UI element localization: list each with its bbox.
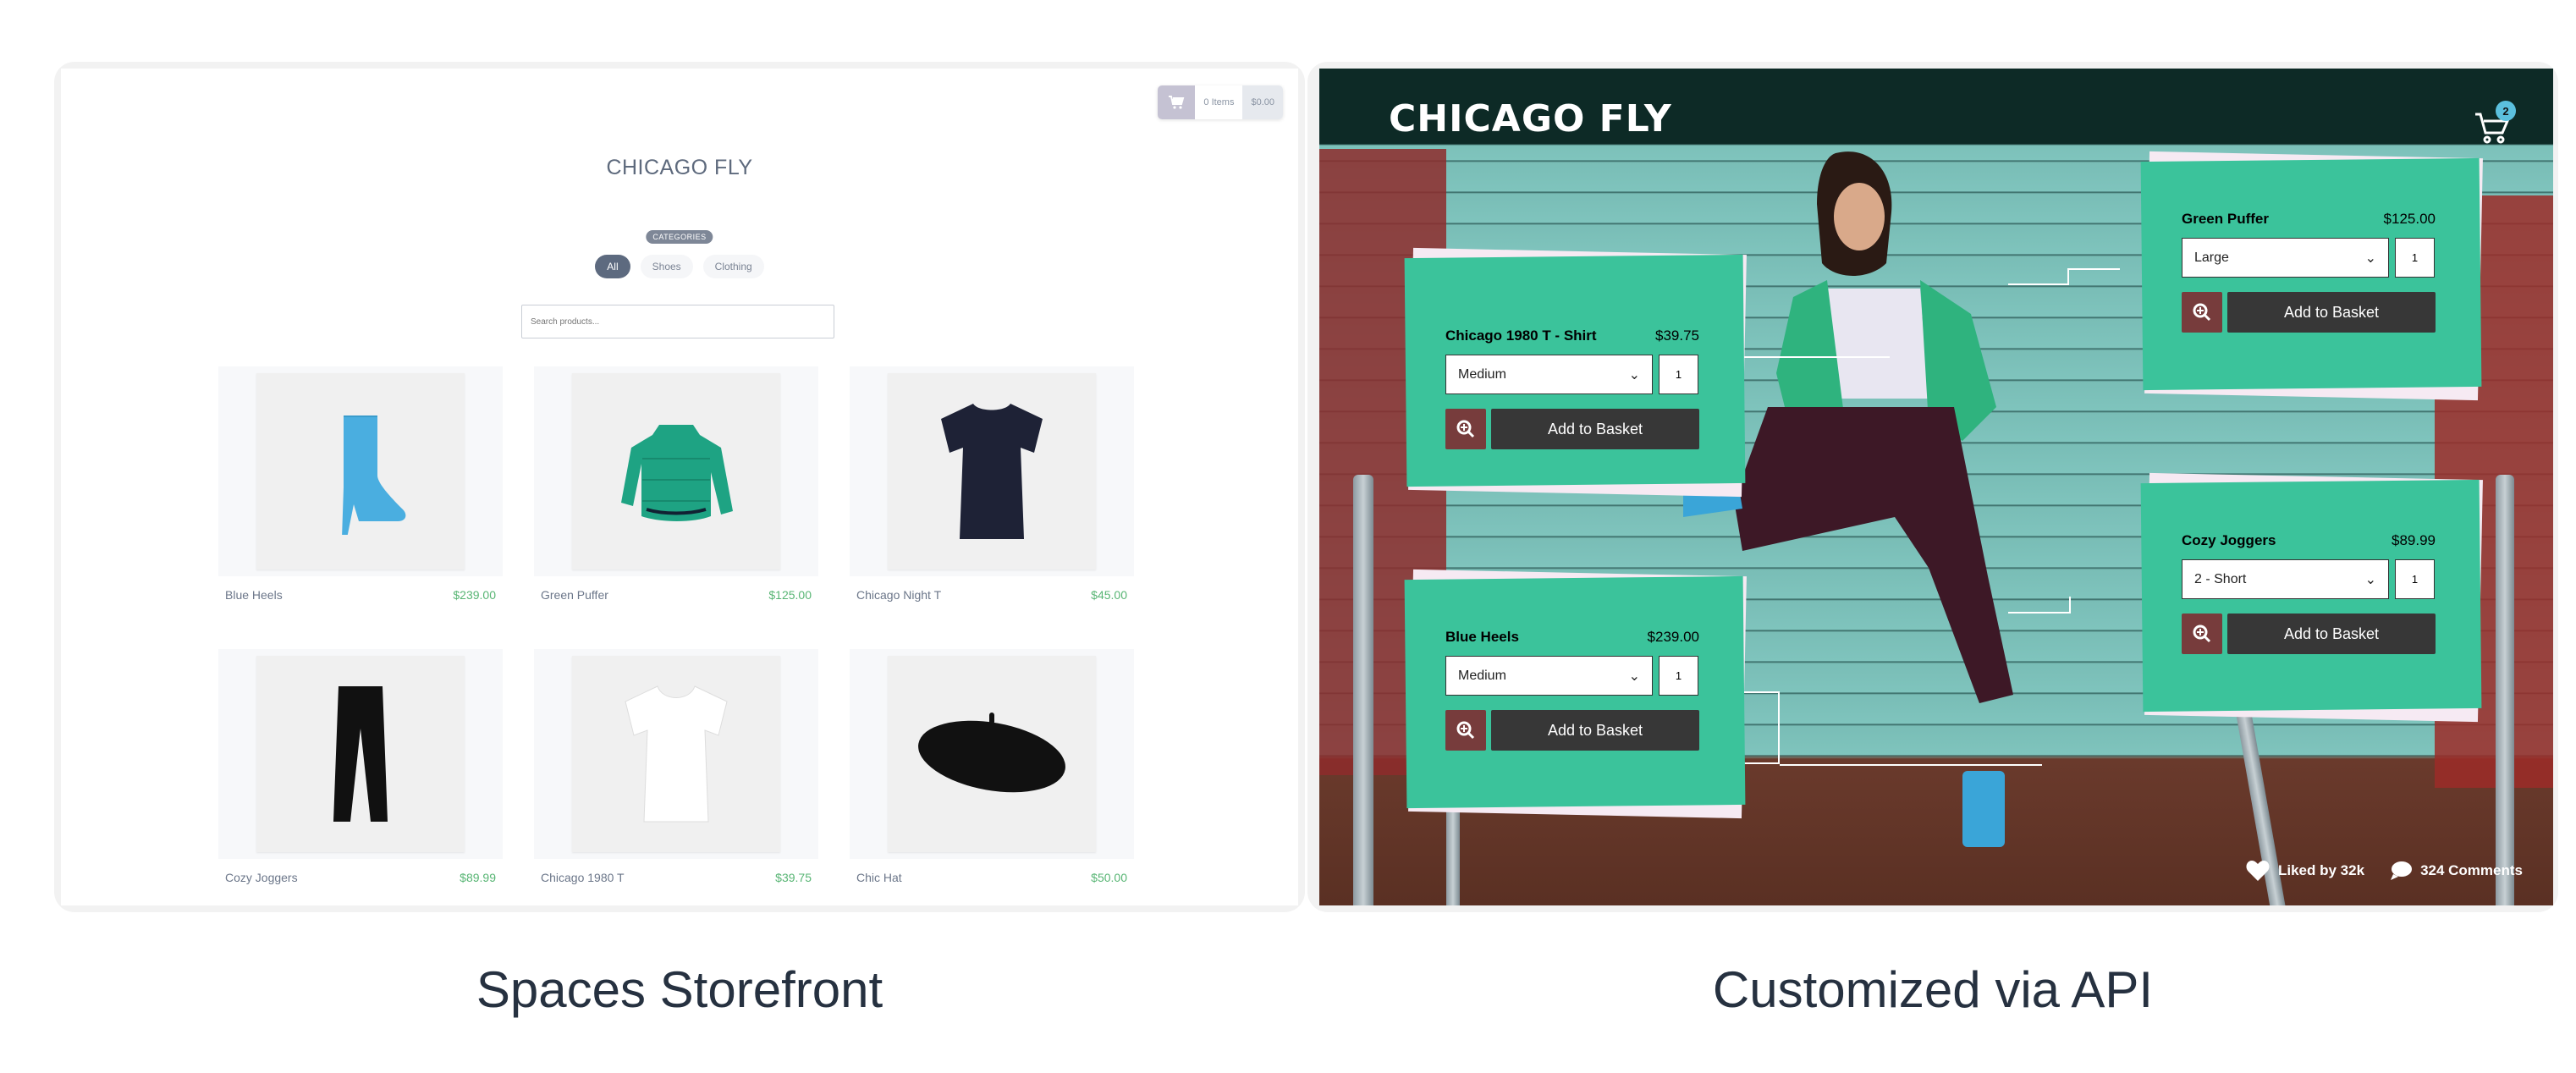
size-select[interactable]: 2 - Short ⌄ — [2182, 559, 2389, 599]
product-card[interactable]: Chicago Night T $45.00 — [850, 366, 1134, 602]
product-price: $50.00 — [1091, 871, 1127, 884]
zoom-in-icon — [1456, 721, 1475, 740]
product-image-white-tshirt — [572, 656, 780, 852]
size-select-value: Medium — [1458, 366, 1506, 382]
size-select[interactable]: Medium ⌄ — [1445, 656, 1653, 696]
custom-frame: CHICAGO FLY 2 Chicago 1980 T - Shirt $39.… — [1307, 62, 2558, 912]
product-name: Green Puffer — [2182, 211, 2269, 227]
product-card[interactable]: Chicago 1980 T $39.75 — [534, 649, 818, 884]
connector-line — [2008, 597, 2071, 614]
likes[interactable]: Liked by 32k — [2246, 860, 2364, 882]
search-input[interactable] — [521, 305, 834, 338]
product-card[interactable]: Chic Hat $50.00 — [850, 649, 1134, 884]
product-price: $45.00 — [1091, 588, 1127, 602]
size-select-value: Medium — [1458, 668, 1506, 683]
add-to-basket-button[interactable]: Add to Basket — [1491, 409, 1699, 449]
add-to-basket-button[interactable]: Add to Basket — [2227, 614, 2436, 654]
product-name: Chicago Night T — [856, 588, 942, 602]
zoom-in-icon — [1456, 420, 1475, 438]
size-select[interactable]: Large ⌄ — [2182, 238, 2389, 278]
product-card-cozy-joggers: Cozy Joggers $89.99 2 - Short ⌄ 1 Add to B… — [2140, 472, 2483, 723]
product-image-joggers — [256, 656, 465, 852]
product-card[interactable]: Blue Heels $239.00 — [218, 366, 503, 602]
product-name: Chicago 1980 T — [541, 871, 625, 884]
product-price: $239.00 — [1647, 629, 1699, 645]
product-card[interactable]: Green Puffer $125.00 — [534, 366, 818, 602]
product-card[interactable]: Cozy Joggers $89.99 — [218, 649, 503, 884]
chevron-down-icon: ⌄ — [1628, 367, 1640, 382]
quantity-input[interactable]: 1 — [1659, 355, 1698, 394]
product-image-green-puffer — [572, 373, 780, 570]
connector-line — [2008, 268, 2069, 285]
heart-icon — [2246, 861, 2270, 881]
product-name: Cozy Joggers — [2182, 532, 2276, 548]
connector-line — [1788, 356, 1890, 358]
chevron-down-icon: ⌄ — [1628, 669, 1640, 684]
hero-photo: CHICAGO FLY 2 Chicago 1980 T - Shirt $39.… — [1319, 69, 2553, 905]
product-image-blue-heels — [256, 373, 465, 570]
add-to-basket-button[interactable]: Add to Basket — [2227, 292, 2436, 333]
product-price: $239.00 — [453, 588, 496, 602]
product-image-beret — [888, 656, 1096, 852]
product-price: $125.00 — [768, 588, 812, 602]
comments-count: 324 Comments — [2420, 862, 2523, 878]
product-card-green-puffer: Green Puffer $125.00 Large ⌄ 1 Add to Bask… — [2140, 151, 2483, 401]
chevron-down-icon: ⌄ — [2364, 572, 2376, 587]
product-card-chicago-tshirt: Chicago 1980 T - Shirt $39.75 Medium ⌄ 1 A… — [1404, 247, 1747, 498]
product-name: Green Puffer — [541, 588, 608, 602]
railing — [1353, 475, 1373, 905]
zoom-in-icon — [2193, 303, 2211, 322]
cart-widget[interactable]: 0 Items $0.00 — [1158, 85, 1283, 119]
category-filters: All Shoes Clothing — [61, 255, 1298, 278]
caption-storefront: Spaces Storefront — [476, 961, 883, 1018]
product-price: $89.99 — [460, 871, 496, 884]
product-card-blue-heels: Blue Heels $239.00 Medium ⌄ 1 Add to Baske… — [1404, 569, 1747, 819]
add-to-basket-button[interactable]: Add to Basket — [1491, 710, 1699, 751]
size-select[interactable]: Medium ⌄ — [1445, 355, 1653, 394]
quantity-input[interactable]: 1 — [2395, 238, 2435, 278]
comments[interactable]: 324 Comments — [2390, 860, 2523, 882]
likes-count: Liked by 32k — [2278, 862, 2365, 878]
quantity-input[interactable]: 1 — [1659, 656, 1698, 696]
connector-line — [1737, 356, 1788, 375]
product-name: Blue Heels — [1445, 629, 1519, 645]
product-price: $39.75 — [1655, 327, 1699, 344]
category-clothing[interactable]: Clothing — [702, 255, 764, 278]
zoom-button[interactable] — [1445, 409, 1486, 449]
size-select-value: Large — [2194, 250, 2229, 265]
category-all[interactable]: All — [595, 255, 630, 278]
category-shoes[interactable]: Shoes — [640, 255, 693, 278]
storefront-page: 0 Items $0.00 CHICAGO FLY CATEGORIES All… — [61, 69, 1298, 905]
zoom-button[interactable] — [1445, 710, 1486, 751]
chevron-down-icon: ⌄ — [2364, 250, 2376, 266]
categories-label: CATEGORIES — [646, 230, 713, 244]
store-title: CHICAGO FLY — [606, 156, 753, 179]
product-name: Chic Hat — [856, 871, 902, 884]
connector-line — [1780, 764, 2042, 766]
product-image-navy-tshirt — [888, 373, 1096, 570]
product-price: $125.00 — [2383, 211, 2436, 227]
hero-brand-title: CHICAGO FLY — [1389, 97, 1672, 140]
railing — [2496, 475, 2514, 905]
product-price: $39.75 — [775, 871, 812, 884]
cart-count-badge: 2 — [2496, 101, 2516, 121]
storefront-frame: 0 Items $0.00 CHICAGO FLY CATEGORIES All… — [54, 62, 1305, 912]
cart-icon — [1158, 85, 1196, 119]
caption-customized: Customized via API — [1712, 961, 2154, 1018]
cart-total: $0.00 — [1242, 85, 1283, 119]
connector-line — [2069, 268, 2120, 270]
product-name: Cozy Joggers — [225, 871, 298, 884]
zoom-button[interactable] — [2182, 614, 2222, 654]
product-name: Chicago 1980 T - Shirt — [1445, 327, 1597, 344]
zoom-button[interactable] — [2182, 292, 2222, 333]
cart-item-count: 0 Items — [1195, 85, 1243, 119]
product-price: $89.99 — [2392, 532, 2436, 548]
hero-cart-button[interactable]: 2 — [2472, 101, 2516, 148]
size-select-value: 2 - Short — [2194, 571, 2247, 586]
quantity-input[interactable]: 1 — [2395, 559, 2435, 599]
product-name: Blue Heels — [225, 588, 283, 602]
zoom-in-icon — [2193, 625, 2211, 643]
comment-icon — [2391, 861, 2413, 880]
social-stats: Liked by 32k 324 Comments — [2246, 860, 2523, 882]
